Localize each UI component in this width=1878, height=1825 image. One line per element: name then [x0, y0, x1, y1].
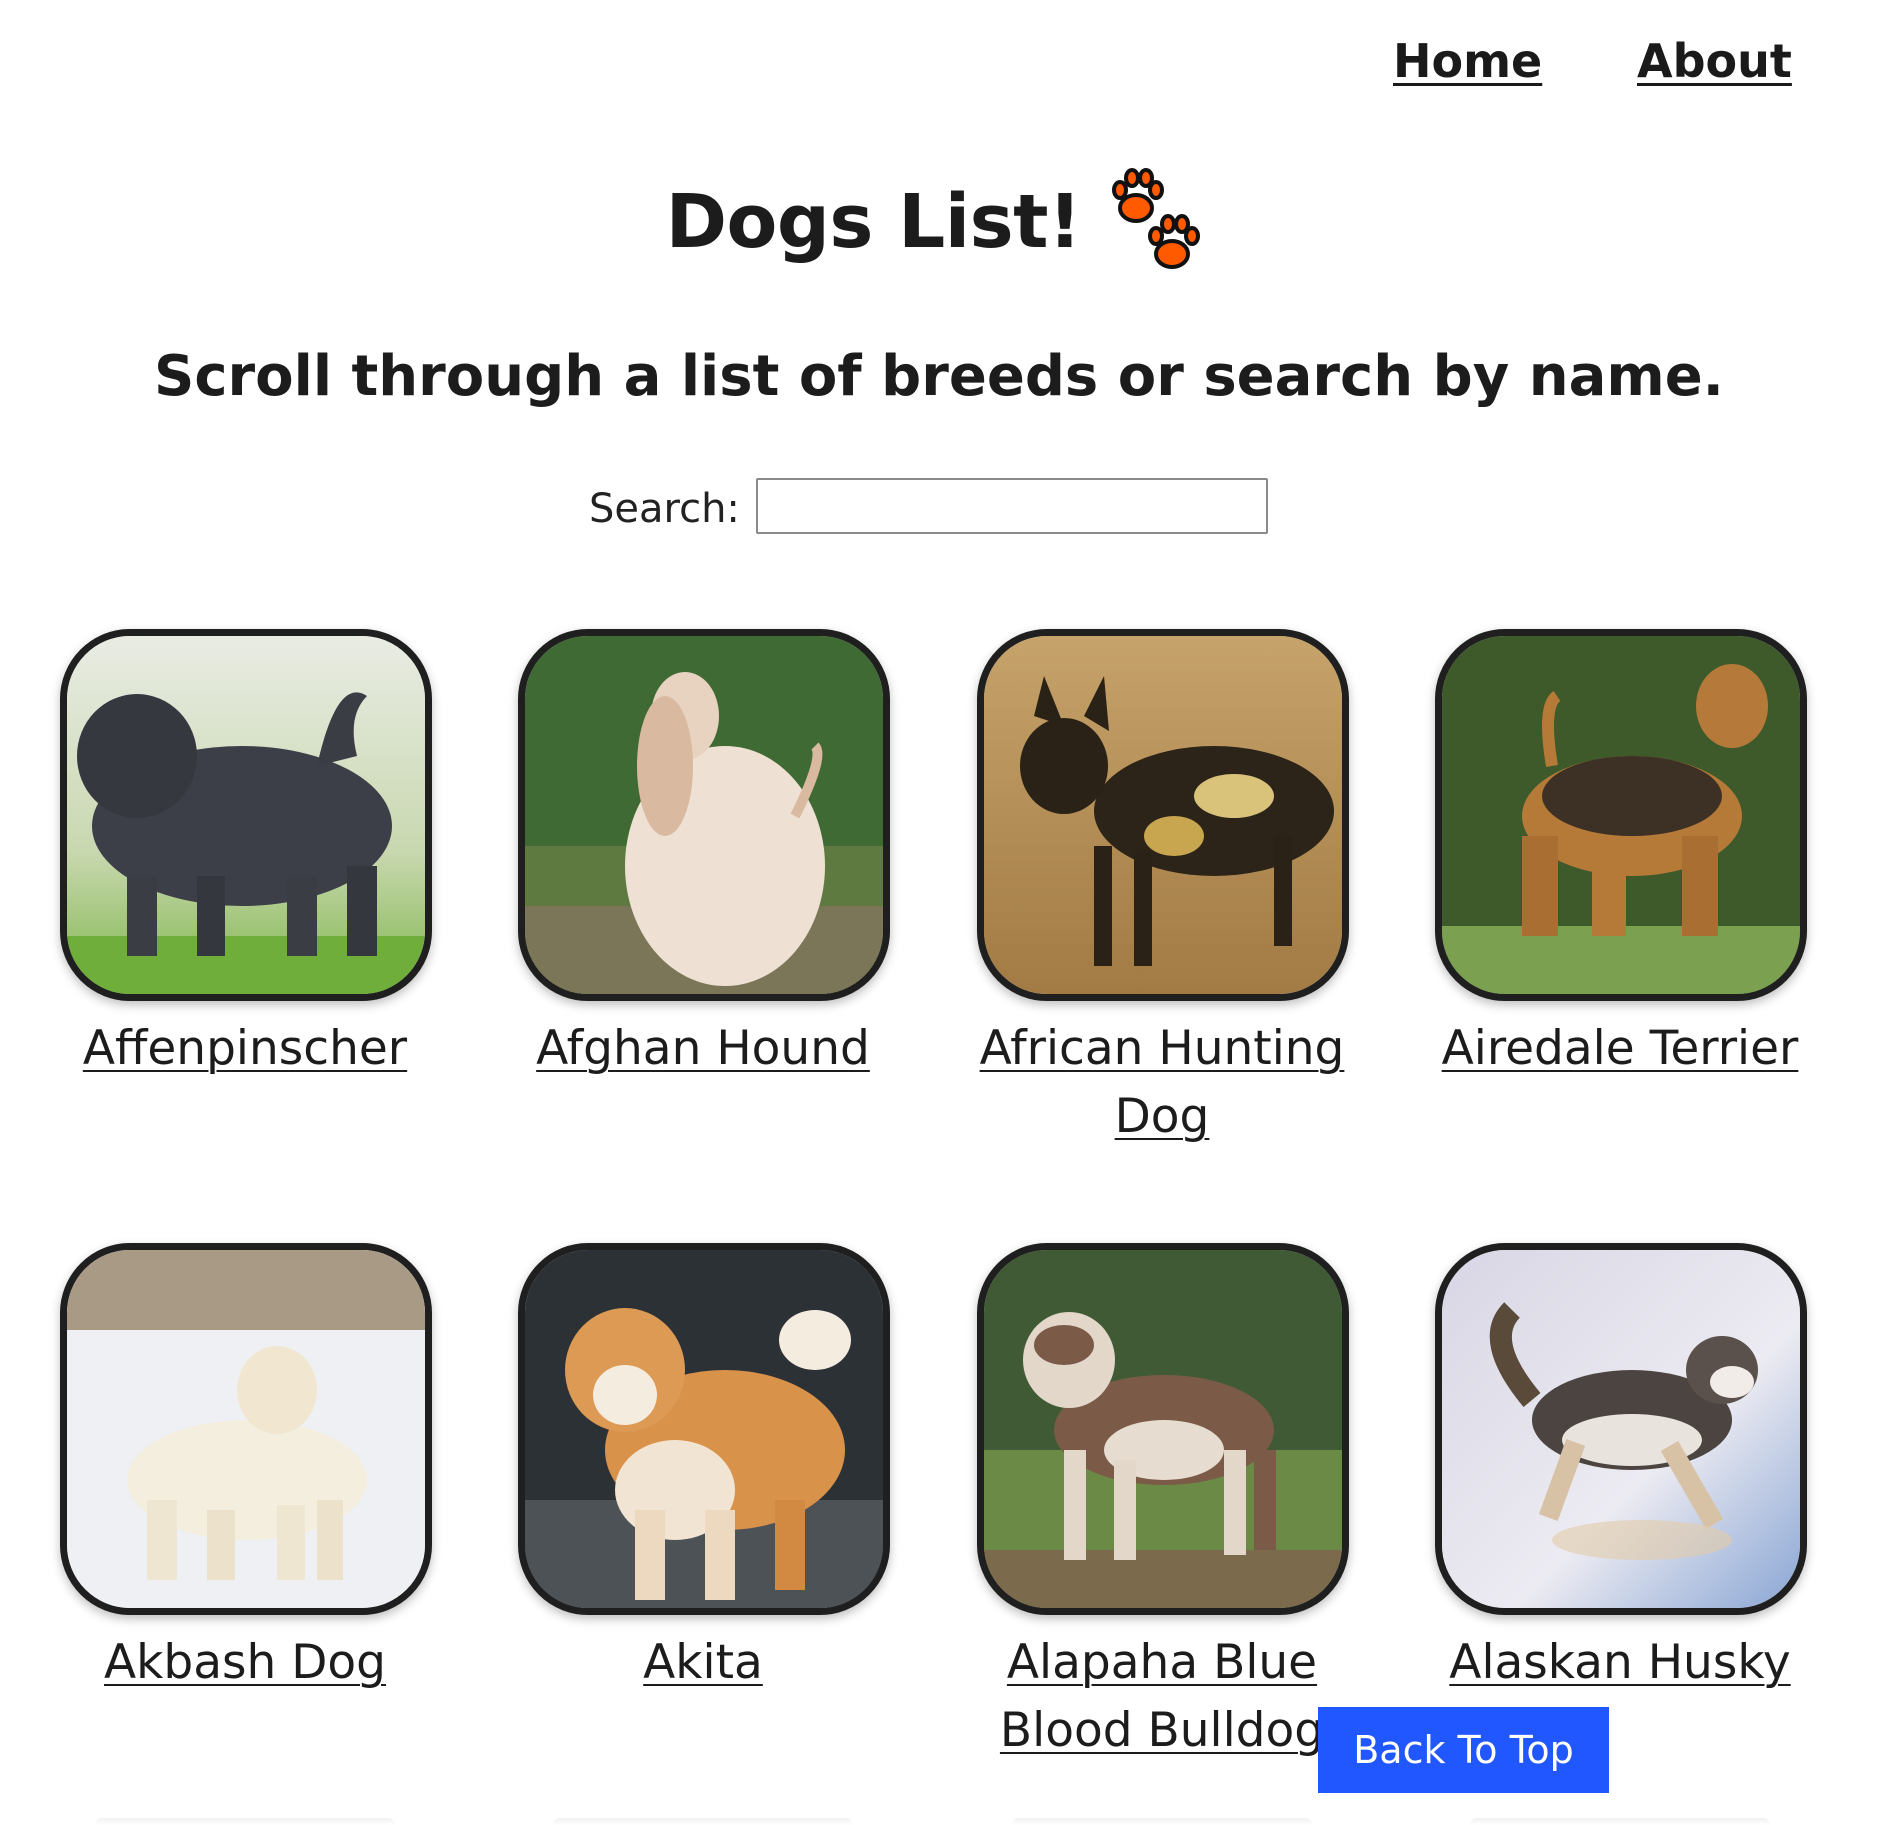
breed-photo[interactable] — [977, 1243, 1349, 1615]
next-row-card-shadow — [95, 1818, 395, 1825]
breed-link[interactable]: African Hunting Dog — [977, 1015, 1347, 1151]
nav-home-link[interactable]: Home — [1393, 34, 1542, 88]
breed-photo[interactable] — [60, 1243, 432, 1615]
breed-photo[interactable] — [60, 629, 432, 1001]
page-title: Dogs List! — [665, 179, 1082, 265]
breed-photo[interactable] — [1435, 629, 1807, 1001]
next-row-card-shadow — [553, 1818, 853, 1825]
breed-card[interactable]: Affenpinscher — [60, 629, 432, 1083]
search-label: Search: — [589, 486, 740, 532]
next-row-card-shadow — [1470, 1818, 1770, 1825]
breed-link[interactable]: Afghan Hound — [536, 1015, 870, 1083]
breed-photo[interactable] — [518, 629, 890, 1001]
breed-link[interactable]: Alapaha Blue Blood Bulldog — [977, 1629, 1347, 1765]
page-subtitle: Scroll through a list of breeds or searc… — [154, 344, 1724, 409]
breed-card[interactable]: Airedale Terrier — [1435, 629, 1807, 1083]
breed-card[interactable]: Akita — [518, 1243, 890, 1697]
breed-card[interactable]: Afghan Hound — [518, 629, 890, 1083]
paw-prints-icon — [1112, 168, 1201, 269]
breed-link[interactable]: Akita — [643, 1629, 763, 1697]
breed-link[interactable]: Affenpinscher — [83, 1015, 407, 1083]
back-to-top-button[interactable]: Back To Top — [1318, 1707, 1609, 1793]
title-row: Dogs List! — [0, 168, 1878, 280]
breed-link[interactable]: Akbash Dog — [104, 1629, 386, 1697]
breed-photo[interactable] — [518, 1243, 890, 1615]
breed-photo[interactable] — [1435, 1243, 1807, 1615]
nav-about-link[interactable]: About — [1637, 34, 1792, 88]
breed-link[interactable]: Alaskan Husky — [1449, 1629, 1790, 1697]
next-row-card-shadow — [1012, 1818, 1312, 1825]
breed-card[interactable]: Alapaha Blue Blood Bulldog — [977, 1243, 1349, 1765]
breed-card[interactable]: African Hunting Dog — [977, 629, 1349, 1151]
search-input[interactable] — [756, 478, 1268, 534]
breed-card[interactable]: Alaskan Husky — [1435, 1243, 1807, 1697]
breed-card[interactable]: Akbash Dog — [60, 1243, 432, 1697]
breed-link[interactable]: Airedale Terrier — [1442, 1015, 1799, 1083]
top-nav: Home About — [0, 34, 1878, 94]
breed-photo[interactable] — [977, 629, 1349, 1001]
